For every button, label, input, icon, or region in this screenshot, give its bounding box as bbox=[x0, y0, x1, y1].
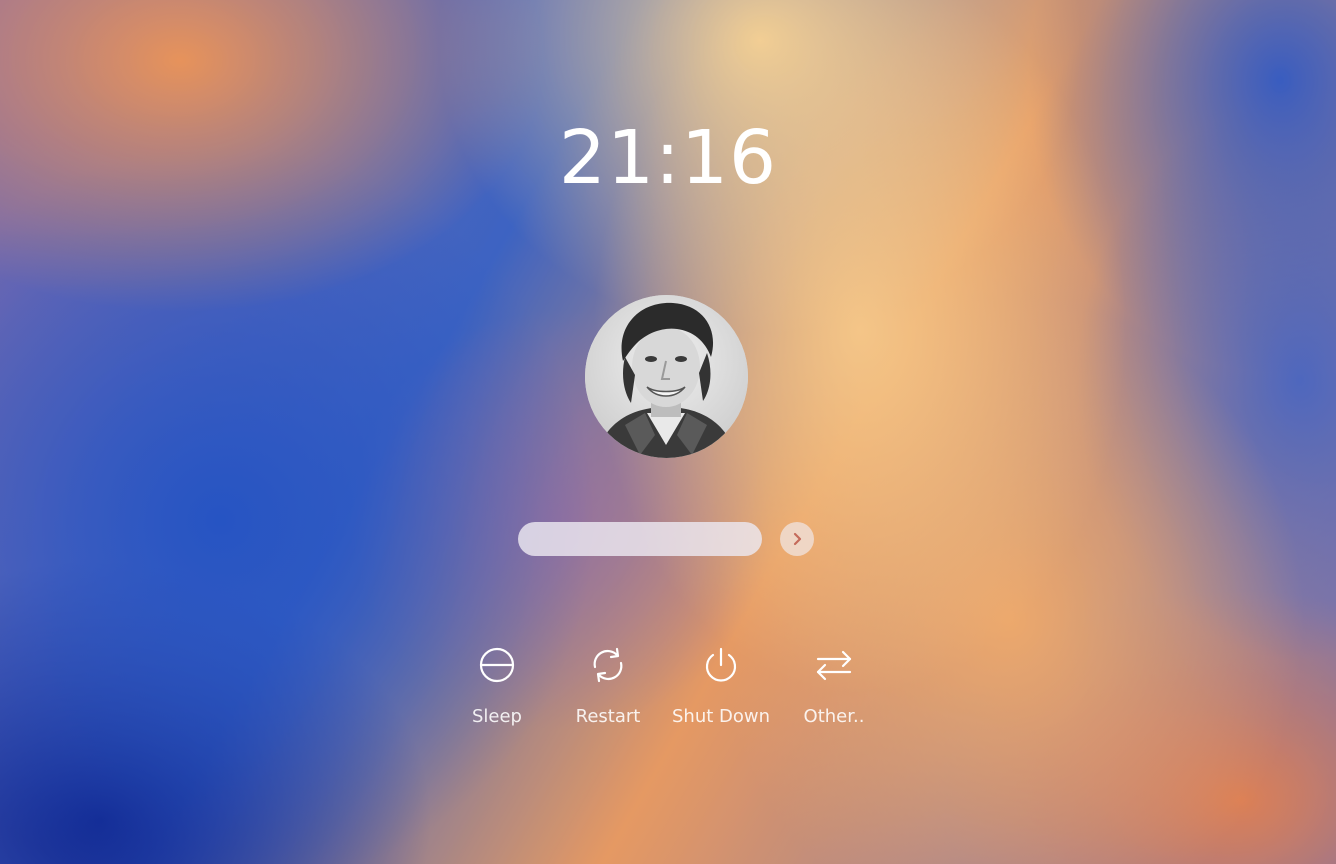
other-button[interactable]: Other.. bbox=[774, 645, 894, 727]
sleep-icon bbox=[479, 647, 515, 683]
shut-down-button[interactable]: Shut Down bbox=[661, 645, 781, 727]
restart-button[interactable]: Restart bbox=[548, 645, 668, 727]
switch-user-icon bbox=[816, 650, 852, 681]
power-icon bbox=[705, 647, 737, 682]
restart-label: Restart bbox=[575, 706, 641, 727]
sleep-label: Sleep bbox=[471, 706, 522, 727]
chevron-right-icon bbox=[793, 532, 802, 546]
user-avatar bbox=[585, 295, 748, 458]
restart-icon bbox=[593, 647, 623, 683]
other-label: Other.. bbox=[803, 706, 865, 727]
shut-down-label: Shut Down bbox=[671, 706, 771, 727]
sleep-button[interactable]: Sleep bbox=[437, 645, 557, 727]
password-field[interactable] bbox=[518, 522, 762, 556]
submit-button[interactable] bbox=[780, 522, 814, 556]
clock: 21:16 bbox=[558, 115, 778, 201]
